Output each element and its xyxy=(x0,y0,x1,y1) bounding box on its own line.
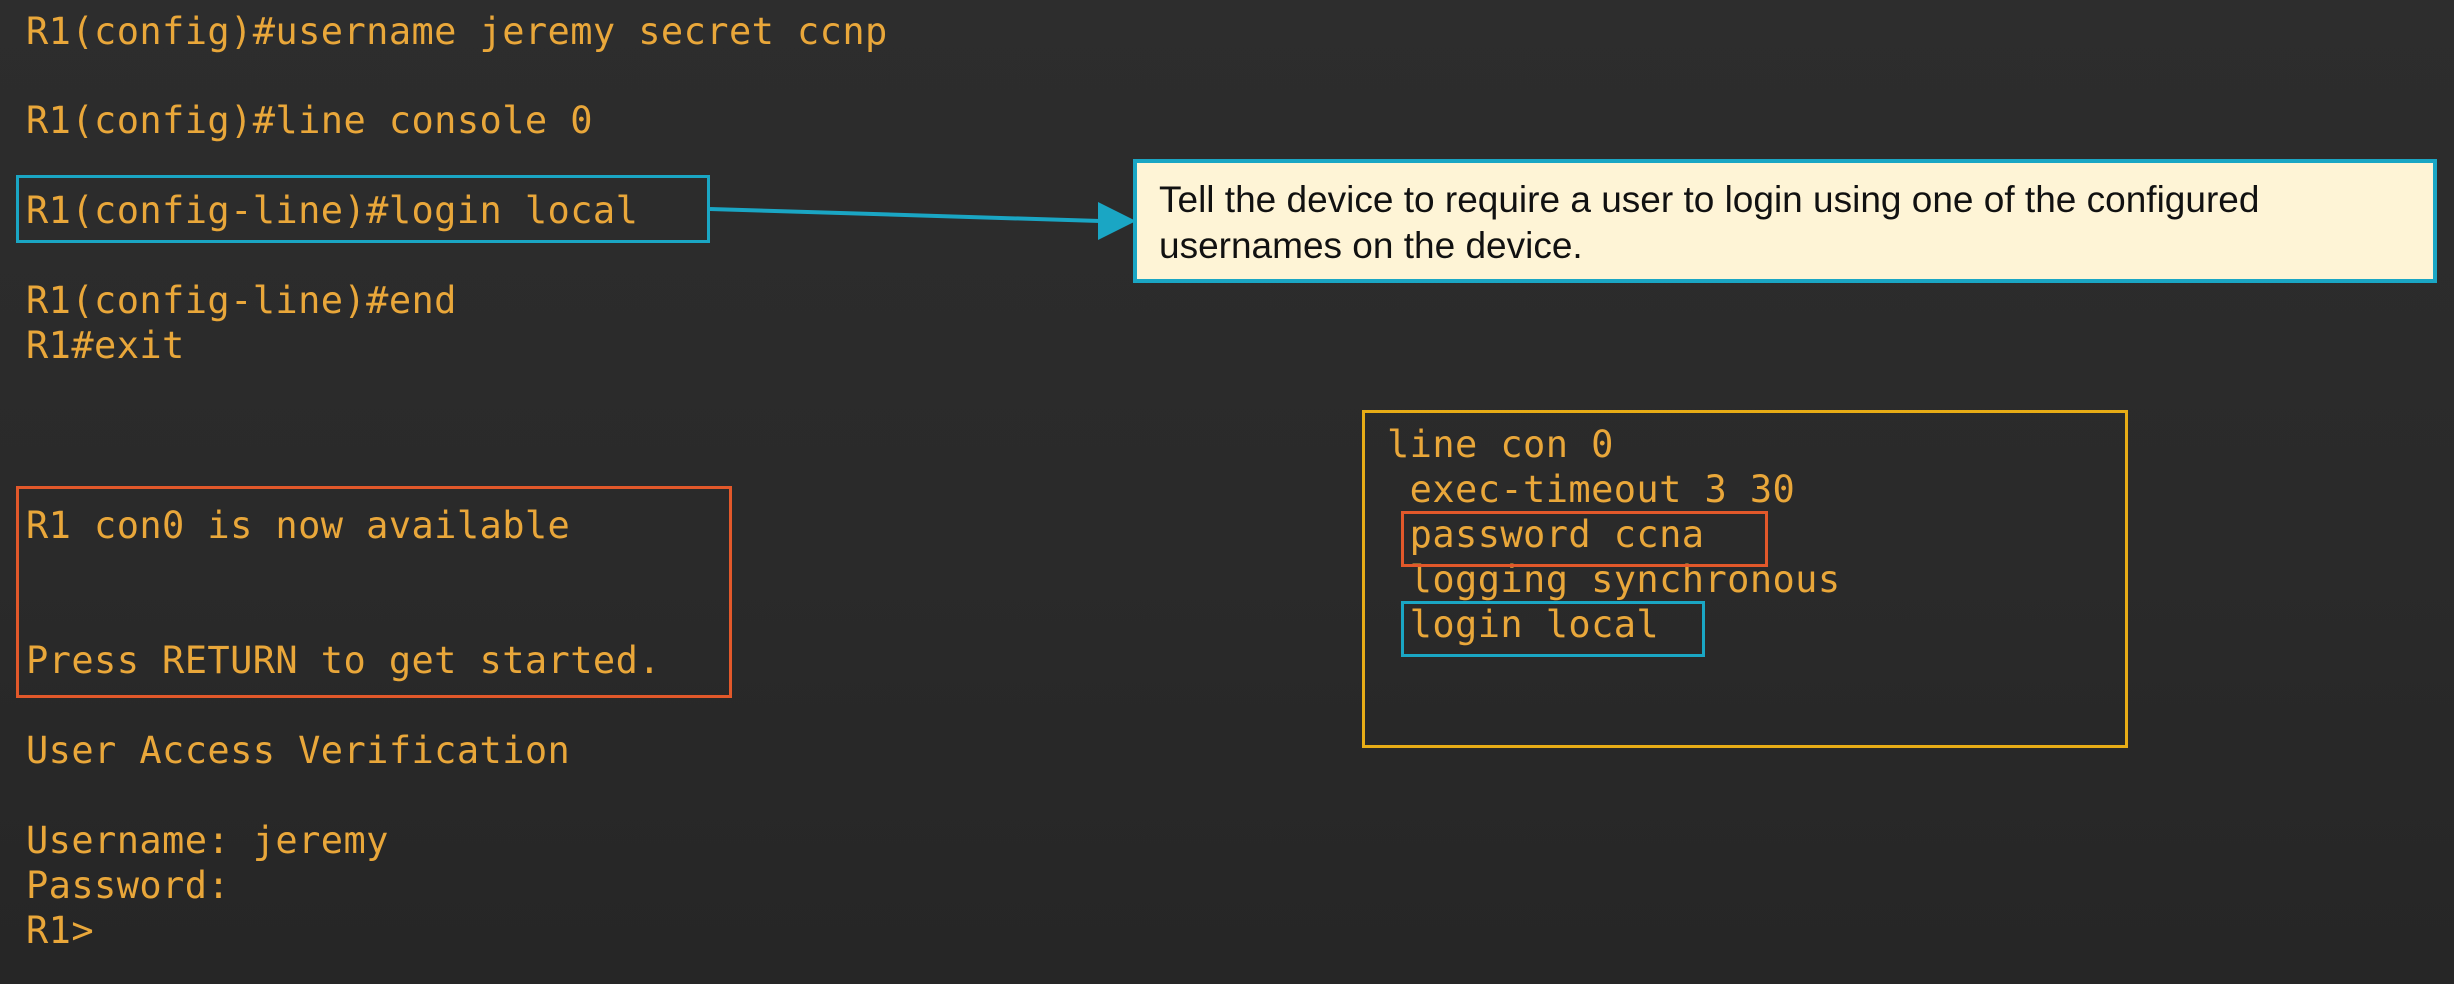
terminal-line-password-prompt: Password: xyxy=(26,864,231,907)
callout-note: Tell the device to require a user to log… xyxy=(1133,159,2437,283)
terminal-line-prompt: R1> xyxy=(26,909,95,952)
password-ccna-highlight xyxy=(1401,511,1768,567)
terminal-line-username-cmd: R1(config)#username jeremy secret ccnp xyxy=(26,10,888,53)
terminal-line-username-prompt: Username: jeremy xyxy=(26,819,389,862)
terminal-line-verification: User Access Verification xyxy=(26,729,571,772)
terminal-line-exit: R1#exit xyxy=(26,324,185,367)
console-banner-highlight xyxy=(16,486,732,698)
login-local-highlight xyxy=(16,175,710,243)
config-login-local-highlight xyxy=(1401,601,1705,657)
config-line-line-con: line con 0 xyxy=(1387,423,1614,466)
terminal-line-line-console: R1(config)#line console 0 xyxy=(26,99,593,142)
config-line-exec-timeout: exec-timeout 3 30 xyxy=(1387,468,1796,511)
terminal-line-end: R1(config-line)#end xyxy=(26,279,457,322)
callout-text: Tell the device to require a user to log… xyxy=(1159,179,2260,266)
